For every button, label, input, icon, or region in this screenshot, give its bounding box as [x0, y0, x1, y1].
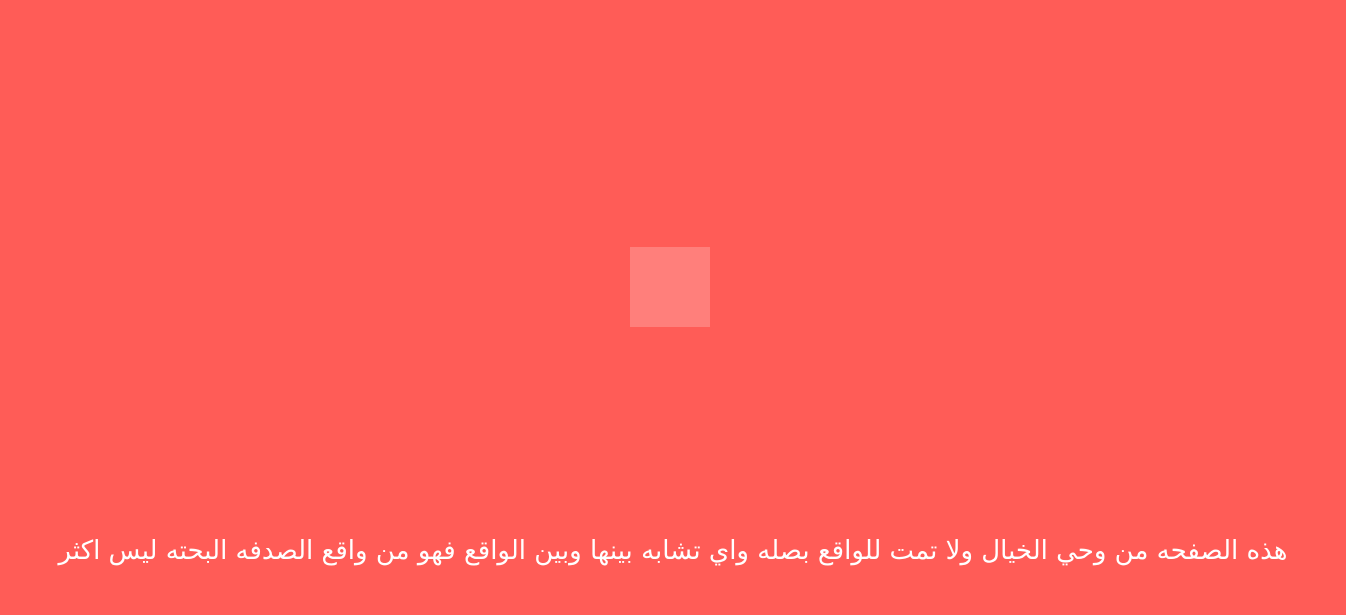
disclaimer-text: هذه الصفحه من وحي الخيال ولا تمت للواقع …	[58, 536, 1288, 566]
loading-placeholder	[630, 247, 710, 327]
page-root: هذه الصفحه من وحي الخيال ولا تمت للواقع …	[0, 0, 1346, 615]
